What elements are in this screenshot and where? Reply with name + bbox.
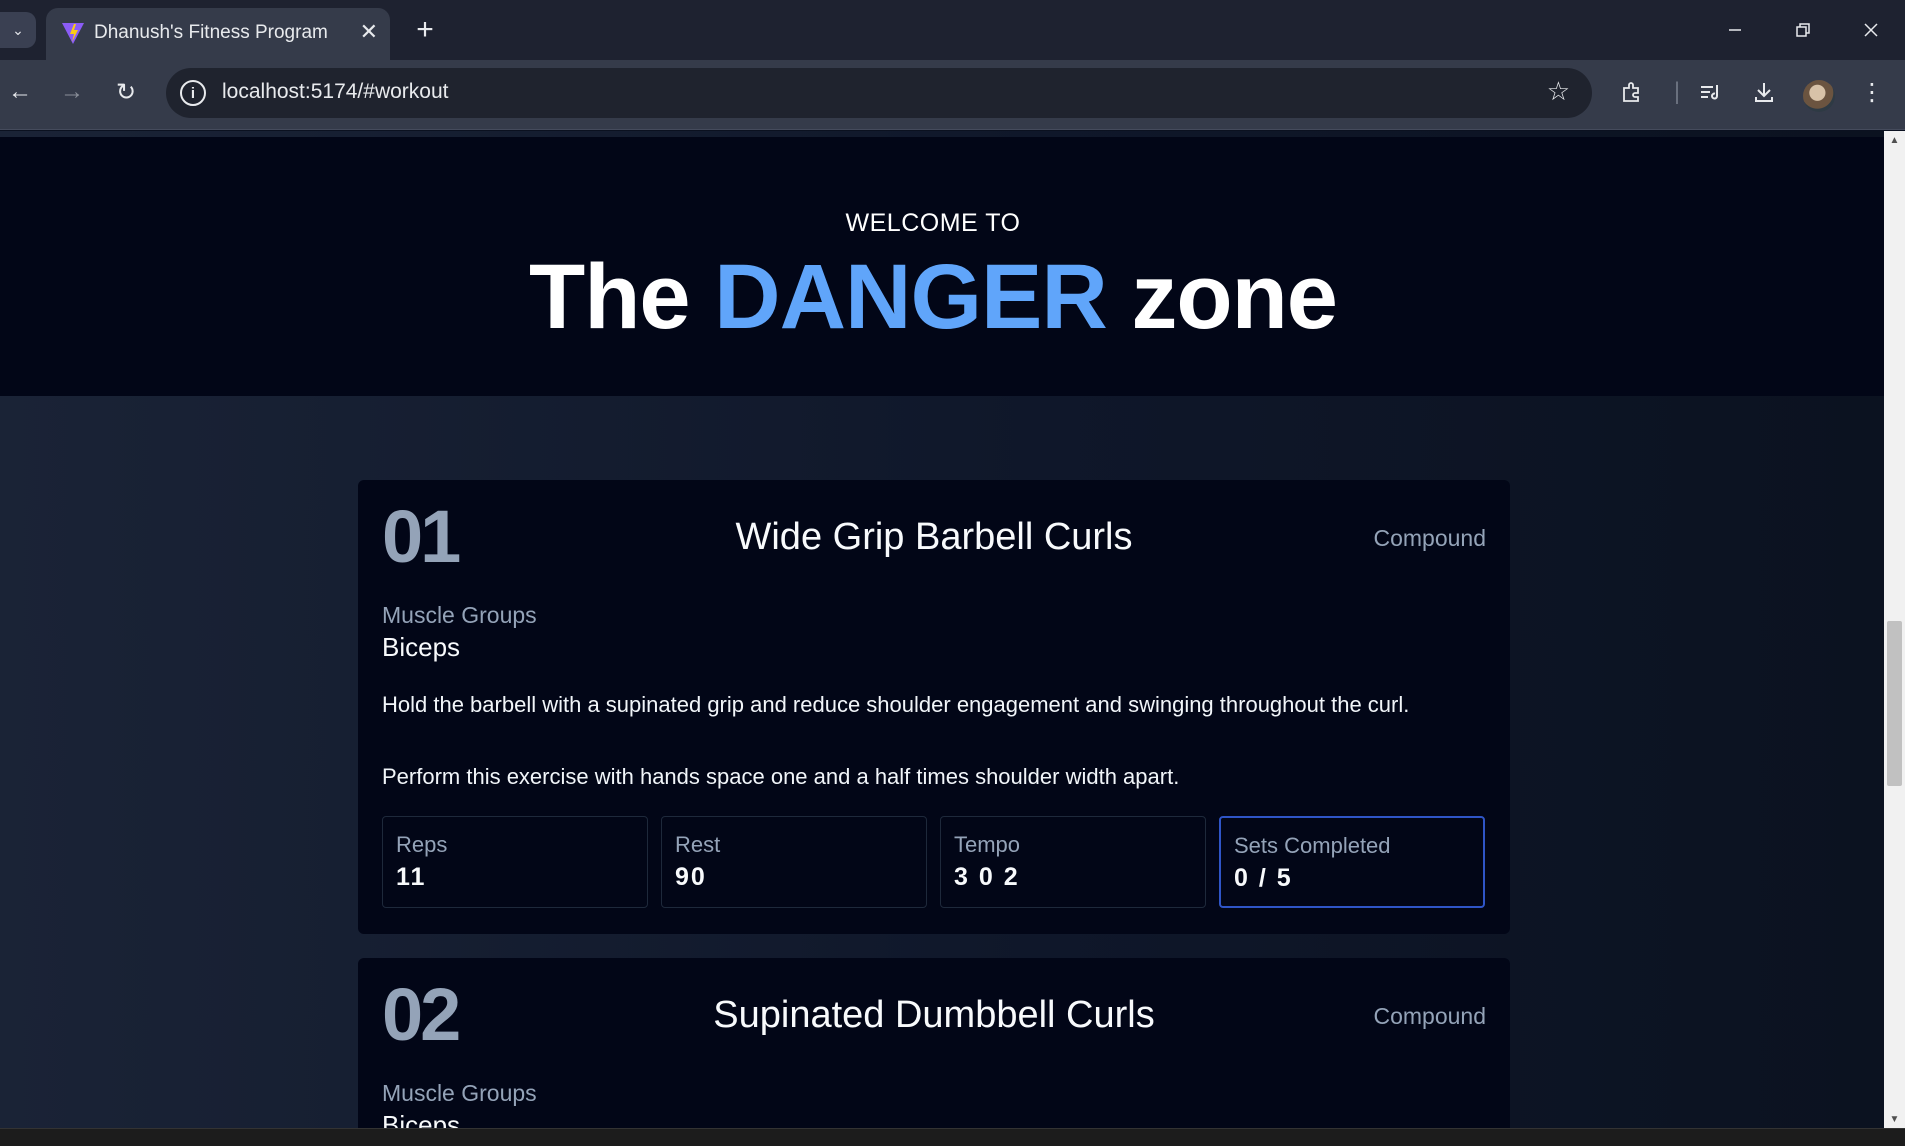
more-vertical-icon: ⋮ xyxy=(1860,78,1884,106)
page-scrollbar[interactable]: ▲ ▼ xyxy=(1884,131,1905,1128)
muscle-groups-label: Muscle Groups xyxy=(382,602,537,628)
minimize-icon xyxy=(1729,29,1741,31)
muscle-groups-value: Biceps xyxy=(382,1110,461,1128)
title-prefix: The xyxy=(529,246,715,348)
stat-label: Rest xyxy=(675,832,721,857)
stat-value: 90 xyxy=(675,863,707,891)
stat-label: Reps xyxy=(396,832,448,857)
stat-value: 3 0 2 xyxy=(954,863,1020,891)
hero-section: WELCOME TO The DANGER zone xyxy=(0,137,1884,396)
exercise-card: 02 Supinated Dumbbell Curls Compound Mus… xyxy=(358,958,1510,1128)
reload-icon: ↻ xyxy=(115,78,137,106)
stat-rest: Rest 90 xyxy=(661,816,927,908)
extensions-button[interactable] xyxy=(1612,72,1652,112)
tab-title: Dhanush's Fitness Program xyxy=(94,22,328,43)
arrow-left-icon: ← xyxy=(8,78,32,105)
restore-icon xyxy=(1796,23,1810,37)
scroll-down-arrow-icon[interactable]: ▼ xyxy=(1884,1110,1905,1128)
browser-menu-button[interactable]: ⋮ xyxy=(1852,72,1892,112)
title-suffix: zone xyxy=(1106,246,1338,348)
exercise-name: Supinated Dumbbell Curls xyxy=(713,994,1155,1036)
muscle-groups-label: Muscle Groups xyxy=(382,1080,537,1106)
new-tab-button[interactable]: + xyxy=(410,10,440,50)
download-icon xyxy=(1755,83,1773,102)
exercise-type: Compound xyxy=(1373,1003,1486,1029)
page-title: The DANGER zone xyxy=(0,245,1866,350)
sets-completed-button[interactable]: Sets Completed 0 / 5 xyxy=(1219,816,1485,908)
exercise-type: Compound xyxy=(1373,525,1486,551)
vite-logo-icon xyxy=(62,23,84,44)
puzzle-icon xyxy=(1623,82,1639,102)
restore-button[interactable] xyxy=(1770,0,1836,60)
browser-tab-strip: ⌄ Dhanush's Fitness Program ✕ + xyxy=(0,0,1905,60)
stat-reps: Reps 11 xyxy=(382,816,648,908)
bookmark-star-icon[interactable]: ☆ xyxy=(1547,76,1570,107)
scroll-up-arrow-icon[interactable]: ▲ xyxy=(1884,131,1905,149)
queue-music-icon xyxy=(1701,85,1719,100)
stat-label: Tempo xyxy=(954,832,1021,857)
exercise-description: Perform this exercise with hands space o… xyxy=(382,764,1180,789)
tab-search-button[interactable]: ⌄ xyxy=(0,12,36,48)
exercise-card: 01 Wide Grip Barbell Curls Compound Musc… xyxy=(358,480,1510,934)
scrollbar-thumb[interactable] xyxy=(1887,621,1902,786)
back-button[interactable]: ← xyxy=(0,72,40,112)
chevron-down-icon: ⌄ xyxy=(12,21,24,38)
close-window-button[interactable] xyxy=(1838,0,1904,60)
toolbar-divider: | xyxy=(1673,78,1681,105)
media-controls-button[interactable] xyxy=(1690,72,1730,112)
address-bar[interactable]: i localhost:5174/#workout ☆ xyxy=(166,68,1592,118)
downloads-button[interactable] xyxy=(1744,72,1784,112)
exercise-description: Hold the barbell with a supinated grip a… xyxy=(382,692,1410,717)
browser-tab[interactable]: Dhanush's Fitness Program ✕ xyxy=(46,8,390,60)
minimize-button[interactable] xyxy=(1702,0,1768,60)
muscle-groups-value: Biceps xyxy=(382,632,461,662)
title-accent: DANGER xyxy=(714,246,1108,348)
profile-avatar[interactable] xyxy=(1803,80,1835,112)
page-viewport: WELCOME TO The DANGER zone 01 Wide Grip … xyxy=(0,131,1884,1128)
forward-button[interactable]: → xyxy=(52,72,92,112)
close-tab-icon[interactable]: ✕ xyxy=(360,19,378,45)
arrow-right-icon: → xyxy=(60,78,84,105)
site-info-icon[interactable]: i xyxy=(180,80,206,106)
browser-toolbar: ← → ↻ i localhost:5174/#workout ☆ | ⋮ xyxy=(0,60,1905,130)
os-taskbar xyxy=(0,1128,1905,1146)
stat-label: Sets Completed xyxy=(1234,833,1391,858)
close-icon xyxy=(1864,23,1878,37)
url-text[interactable]: localhost:5174/#workout xyxy=(222,80,448,104)
stat-value: 0 / 5 xyxy=(1234,864,1293,892)
stat-tempo: Tempo 3 0 2 xyxy=(940,816,1206,908)
welcome-heading: WELCOME TO xyxy=(845,209,1021,237)
stat-value: 11 xyxy=(396,863,427,891)
exercise-name: Wide Grip Barbell Curls xyxy=(735,516,1133,558)
reload-button[interactable]: ↻ xyxy=(106,72,146,112)
